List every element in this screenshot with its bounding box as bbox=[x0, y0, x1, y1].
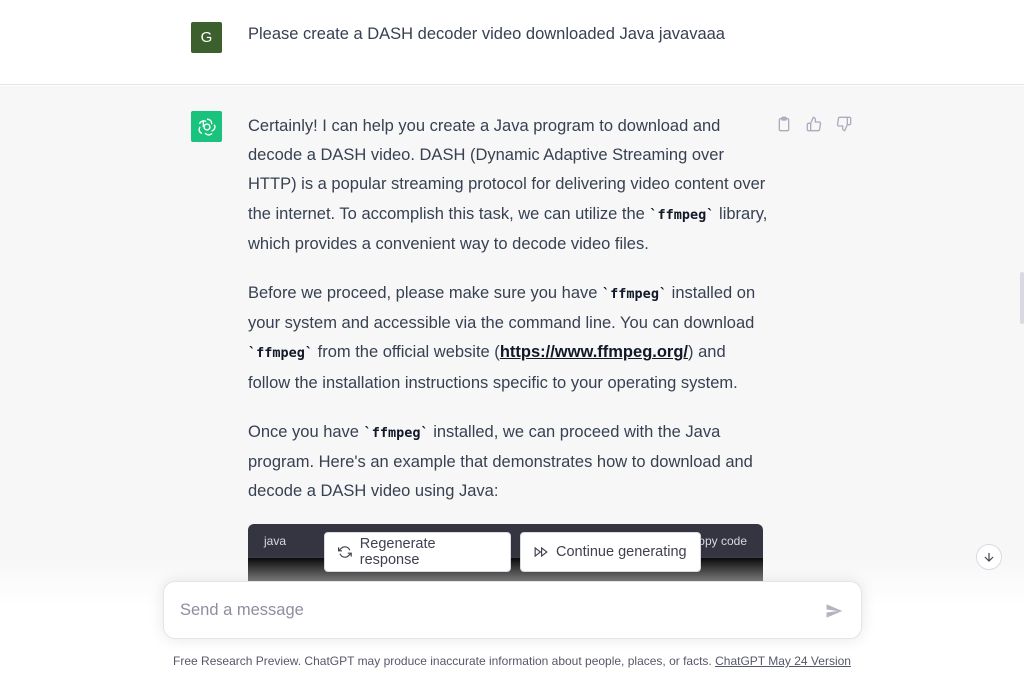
thumbs-down-icon[interactable] bbox=[834, 114, 854, 134]
paragraph-2: Before we proceed, please make sure you … bbox=[248, 279, 768, 398]
user-avatar: G bbox=[191, 22, 222, 53]
response-actions: Regenerate response Continue generating bbox=[324, 532, 701, 572]
scroll-to-bottom-button[interactable] bbox=[976, 544, 1002, 570]
fast-forward-icon bbox=[534, 546, 548, 558]
regenerate-label: Regenerate response bbox=[359, 536, 436, 568]
continue-generating-button[interactable]: Continue generating bbox=[520, 532, 701, 572]
user-message-row: G Please create a DASH decoder video dow… bbox=[0, 0, 1024, 85]
text-span: from the official website ( bbox=[313, 343, 500, 362]
openai-logo-icon bbox=[191, 111, 222, 142]
inline-code: `ffmpeg` bbox=[363, 424, 429, 441]
inline-code: `ffmpeg` bbox=[602, 286, 668, 303]
inline-code: `ffmpeg` bbox=[248, 345, 314, 362]
code-language-label: java bbox=[264, 534, 287, 548]
refresh-icon bbox=[338, 546, 352, 558]
regenerate-response-button[interactable]: Regenerate response bbox=[324, 532, 511, 572]
version-link[interactable]: ChatGPT May 24 Version bbox=[715, 654, 851, 668]
message-input-container bbox=[163, 581, 862, 639]
send-icon bbox=[826, 604, 843, 618]
send-button[interactable] bbox=[822, 599, 846, 623]
paragraph-3: Once you have `ffmpeg` installed, we can… bbox=[248, 418, 768, 507]
footer-text: Free Research Preview. ChatGPT may produ… bbox=[173, 654, 716, 668]
clipboard-icon[interactable] bbox=[774, 114, 794, 134]
paragraph-1: Certainly! I can help you create a Java … bbox=[248, 112, 768, 259]
continue-label: Continue generating bbox=[556, 544, 687, 560]
footer-disclaimer: Free Research Preview. ChatGPT may produ… bbox=[0, 654, 1024, 668]
assistant-message-content: Certainly! I can help you create a Java … bbox=[248, 112, 768, 526]
text-span: Before we proceed, please make sure you … bbox=[248, 284, 603, 303]
arrow-down-icon bbox=[984, 552, 994, 562]
ffmpeg-website-link[interactable]: https://www.ffmpeg.org/ bbox=[500, 343, 688, 361]
thumbs-up-icon[interactable] bbox=[804, 114, 824, 134]
message-input[interactable] bbox=[164, 582, 804, 638]
text-span: Once you have bbox=[248, 422, 364, 441]
inline-code: `ffmpeg` bbox=[649, 206, 715, 223]
message-actions bbox=[774, 114, 854, 134]
user-message-text: Please create a DASH decoder video downl… bbox=[248, 25, 725, 43]
scrollbar-thumb[interactable] bbox=[1020, 272, 1024, 324]
